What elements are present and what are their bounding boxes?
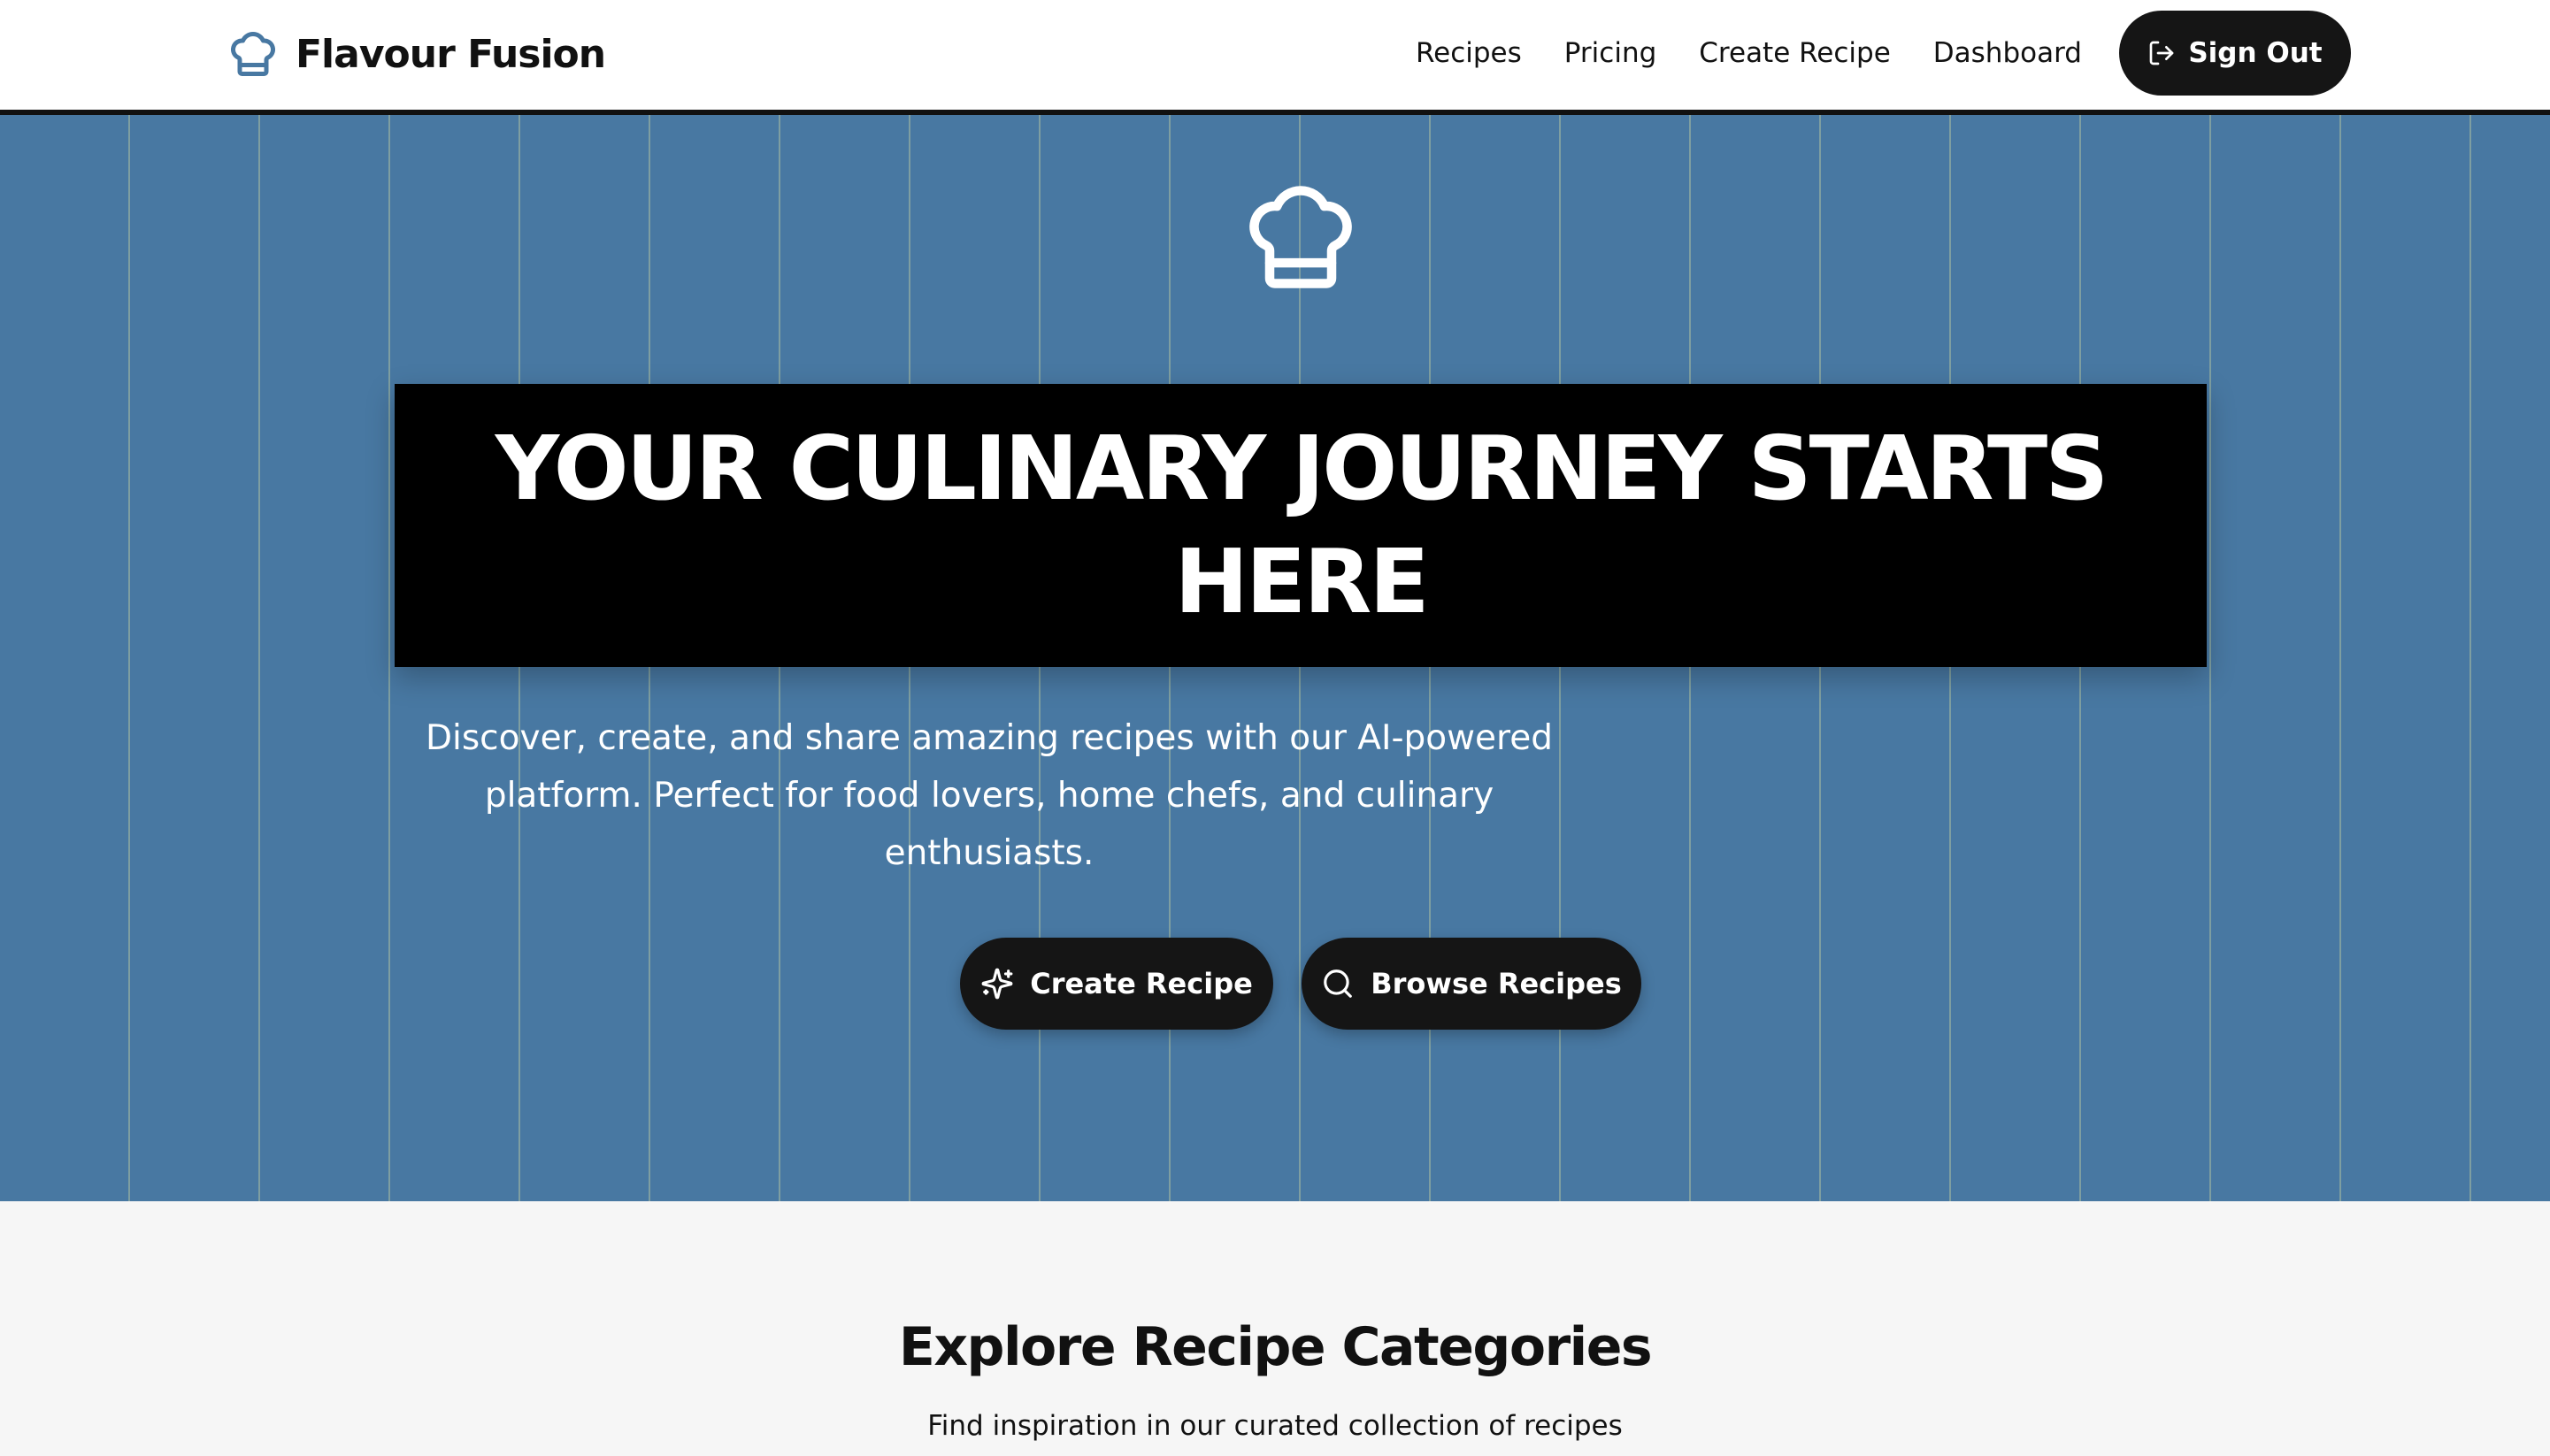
sign-out-label: Sign Out [2188, 37, 2323, 69]
create-recipe-label: Create Recipe [1030, 967, 1253, 1000]
chef-hat-icon [1249, 186, 1352, 288]
nav-link-recipes[interactable]: Recipes [1416, 37, 1522, 69]
brand-name: Flavour Fusion [296, 31, 606, 77]
hero-subtitle: Discover, create, and share amazing reci… [426, 718, 1553, 873]
top-nav-bar: Flavour Fusion Recipes Pricing Create Re… [0, 0, 2550, 115]
search-icon [1324, 969, 1353, 998]
main-nav: Recipes Pricing Create Recipe Dashboard … [1416, 11, 2351, 96]
hero-section: YOUR CULINARY JOURNEY STARTS HERE Discov… [0, 115, 2550, 1201]
chef-hat-icon [231, 32, 275, 76]
nav-link-dashboard[interactable]: Dashboard [1933, 37, 2082, 69]
nav-link-pricing[interactable]: Pricing [1564, 37, 1657, 69]
hero-headline-box: YOUR CULINARY JOURNEY STARTS HERE [395, 384, 2207, 667]
log-out-icon [2150, 41, 2174, 65]
nav-link-create-recipe[interactable]: Create Recipe [1699, 37, 1891, 69]
browse-recipes-button[interactable]: Browse Recipes [1302, 938, 1641, 1030]
create-recipe-button[interactable]: Create Recipe [960, 938, 1273, 1030]
categories-title: Explore Recipe Categories [898, 1316, 1653, 1378]
categories-section: Explore Recipe Categories Find inspirati… [0, 1201, 2550, 1456]
hero-actions: Create Recipe Browse Recipes [960, 938, 1641, 1030]
categories-subtitle: Find inspiration in our curated collecti… [927, 1410, 1623, 1442]
browse-recipes-label: Browse Recipes [1371, 967, 1622, 1000]
sign-out-button[interactable]: Sign Out [2118, 11, 2351, 96]
brand-logo[interactable]: Flavour Fusion [227, 25, 606, 83]
hero-headline: YOUR CULINARY JOURNEY STARTS HERE [495, 417, 2109, 633]
sparkles-icon [981, 968, 1013, 1000]
